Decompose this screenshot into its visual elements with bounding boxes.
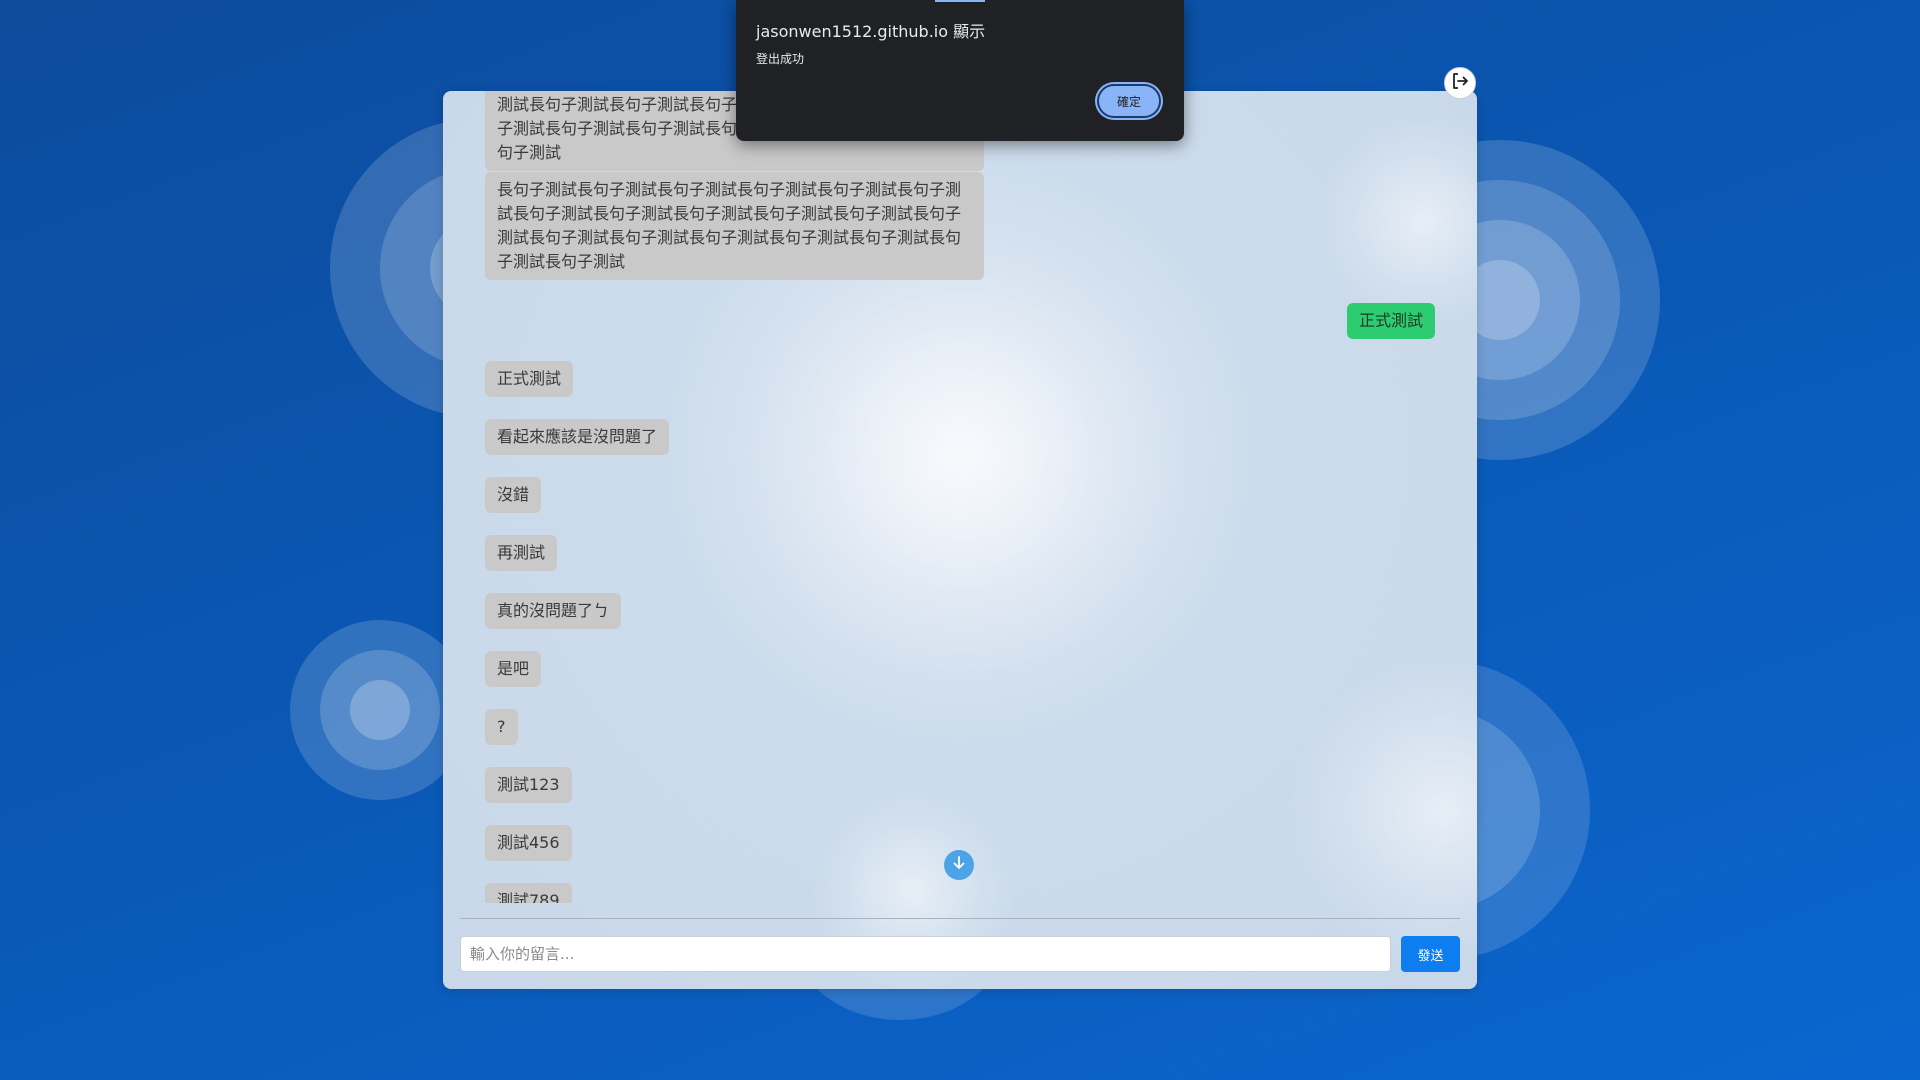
logout-button[interactable] bbox=[1444, 67, 1476, 99]
scroll-down-button[interactable] bbox=[944, 850, 974, 880]
dialog-ok-button[interactable]: 確定 bbox=[1097, 84, 1161, 118]
message-bubble-left: 測試789 bbox=[485, 883, 572, 903]
message-bubble-left: 正式測試 bbox=[485, 361, 574, 397]
alert-dialog: jasonwen1512.github.io 顯示 登出成功 確定 bbox=[736, 0, 1184, 141]
dialog-title: jasonwen1512.github.io 顯示 bbox=[756, 22, 986, 41]
message-bubble-left: ? bbox=[485, 709, 518, 745]
message-bubble-left: 沒錯 bbox=[485, 477, 542, 513]
message-bubble-left: 是吧 bbox=[485, 651, 542, 687]
message-bubble-left: 看起來應該是沒問題了 bbox=[485, 419, 670, 455]
dialog-accent-bar bbox=[935, 0, 985, 2]
send-button[interactable]: 發送 bbox=[1401, 936, 1460, 972]
logout-icon bbox=[1450, 71, 1470, 95]
message-input[interactable] bbox=[460, 936, 1391, 972]
input-divider bbox=[460, 918, 1460, 919]
message-bubble-left: 真的沒問題了ㄅ bbox=[485, 593, 622, 629]
message-bubble-right: 正式測試 bbox=[1347, 303, 1436, 339]
bg-ring bbox=[320, 650, 440, 770]
dialog-message: 登出成功 bbox=[756, 52, 805, 66]
message-bubble-left: 測試123 bbox=[485, 767, 572, 803]
message-bubble-left: 測試456 bbox=[485, 825, 572, 861]
chat-panel: 測試長句子測試長句子測試長句子測試長句子測試長句子測試長句子測試長句子測試長句子… bbox=[443, 91, 1477, 989]
message-bubble-left: 長句子測試長句子測試長句子測試長句子測試長句子測試長句子測試長句子測試長句子測試… bbox=[485, 172, 984, 280]
bg-ring bbox=[350, 680, 410, 740]
message-list[interactable]: 測試長句子測試長句子測試長句子測試長句子測試長句子測試長句子測試長句子測試長句子… bbox=[443, 91, 1477, 903]
arrow-down-icon bbox=[951, 855, 967, 875]
message-bubble-left: 再測試 bbox=[485, 535, 558, 571]
